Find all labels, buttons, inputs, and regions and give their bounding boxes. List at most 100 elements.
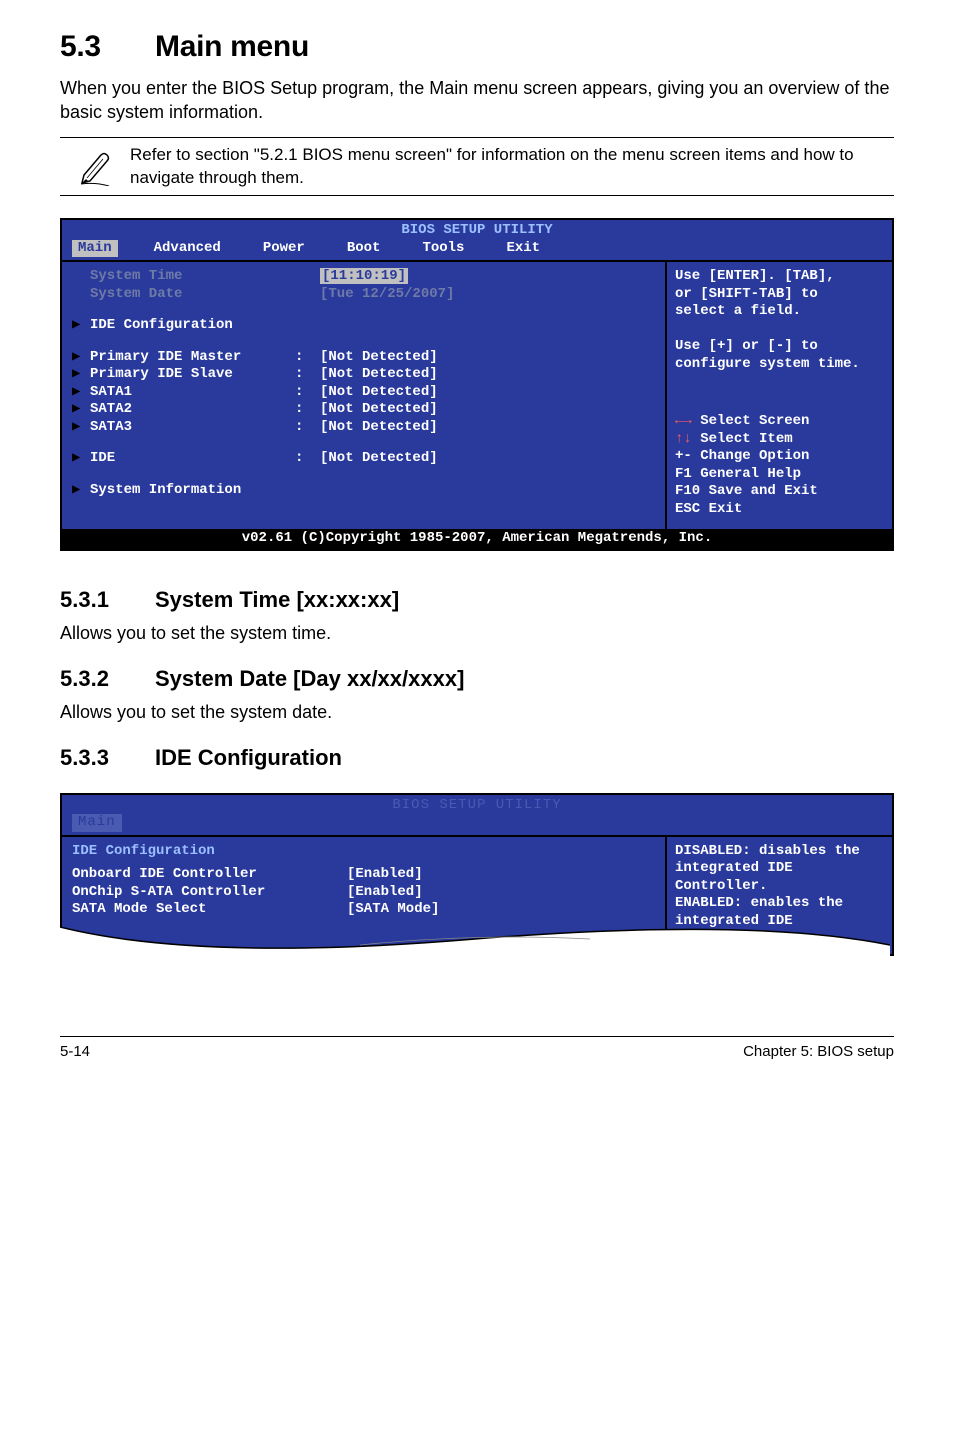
- bios-nav-text: General Help: [700, 466, 801, 482]
- bios-tab-power[interactable]: Power: [257, 240, 311, 258]
- subsection-text-2: Allows you to set the system date.: [60, 702, 894, 723]
- bios-nav-symbol: +-: [675, 448, 700, 464]
- bios-row-value: [Not Detected]: [320, 384, 655, 402]
- subsection-heading-1: 5.3.1System Time [xx:xx:xx]: [60, 587, 894, 613]
- note-box: Refer to section "5.2.1 BIOS menu screen…: [60, 137, 894, 197]
- bios2-row-2-value: [SATA Mode]: [347, 901, 655, 919]
- bios2-help-line: Controller.: [675, 878, 884, 896]
- bios-screenshot-ide: BIOS SETUP UTILITY Main IDE Configuratio…: [60, 793, 894, 956]
- bios-row[interactable]: ▶Primary IDE Master:[Not Detected]: [72, 349, 655, 367]
- bios-row-value: [Not Detected]: [320, 419, 655, 437]
- bios-row[interactable]: ▶System Information: [72, 482, 655, 500]
- bios-row[interactable]: ▶IDE:[Not Detected]: [72, 450, 655, 468]
- bios-nav-line: F1 General Help: [675, 466, 884, 484]
- triangle-right-icon: ▶: [72, 401, 90, 419]
- bios2-help-line: ENABLED: enables the: [675, 895, 884, 913]
- section-title: Main menu: [155, 30, 309, 63]
- bios2-row-0[interactable]: Onboard IDE Controller [Enabled]: [72, 866, 655, 884]
- bios-tab-tools[interactable]: Tools: [416, 240, 470, 258]
- bios-row-value: [Not Detected]: [320, 366, 655, 384]
- bios-nav-line: ↑↓ Select Item: [675, 431, 884, 449]
- bios-row-label: SATA2: [90, 401, 295, 419]
- bios-row-value: [Not Detected]: [320, 450, 655, 468]
- bios-row-value: [11:10:19]: [320, 268, 655, 286]
- bios-row-label: Primary IDE Master: [90, 349, 295, 367]
- section-heading: 5.3Main menu: [60, 30, 894, 64]
- page-footer-right: Chapter 5: BIOS setup: [743, 1043, 894, 1060]
- bios-nav-text: Change Option: [700, 448, 809, 464]
- bios-tab-boot[interactable]: Boot: [341, 240, 387, 258]
- bios-nav-line: +- Change Option: [675, 448, 884, 466]
- subsection-number-2: 5.3.2: [60, 666, 155, 692]
- bios-row-label: Primary IDE Slave: [90, 366, 295, 384]
- bios-nav-symbol: F10: [675, 483, 709, 499]
- bios2-tab-main[interactable]: Main: [72, 814, 122, 832]
- bios2-left-pane: IDE Configuration Onboard IDE Controller…: [62, 835, 667, 954]
- subsection-number-3: 5.3.3: [60, 745, 155, 771]
- bios-row-label: System Time: [90, 268, 295, 286]
- bios-nav-text: Select Screen: [700, 413, 809, 429]
- bios-row[interactable]: ▶SATA2:[Not Detected]: [72, 401, 655, 419]
- bios2-tabs: Main: [62, 814, 892, 835]
- bios-left-pane: System Time [11:10:19]System Date[Tue 12/…: [62, 260, 667, 529]
- bios-nav-line: F10 Save and Exit: [675, 483, 884, 501]
- page-footer-left: 5-14: [60, 1043, 90, 1060]
- bios-row[interactable]: ▶SATA1:[Not Detected]: [72, 384, 655, 402]
- bios-screenshot-ide-wrap: BIOS SETUP UTILITY Main IDE Configuratio…: [60, 793, 894, 956]
- bios2-right-pane: DISABLED: disables theintegrated IDECont…: [667, 835, 892, 954]
- intro-paragraph: When you enter the BIOS Setup program, t…: [60, 76, 894, 125]
- bios-title: BIOS SETUP UTILITY: [62, 220, 892, 240]
- bios-row[interactable]: System Time [11:10:19]: [72, 268, 655, 286]
- bios2-help-line: integrated IDE: [675, 860, 884, 878]
- note-text: Refer to section "5.2.1 BIOS menu screen…: [130, 144, 894, 190]
- pencil-icon-wrap: [60, 144, 130, 186]
- bios-tab-exit[interactable]: Exit: [500, 240, 546, 258]
- bios-nav-text: Exit: [709, 501, 743, 517]
- bios-row-colon: :: [295, 349, 320, 367]
- triangle-right-icon: ▶: [72, 366, 90, 384]
- bios2-row-1[interactable]: OnChip S-ATA Controller [Enabled]: [72, 884, 655, 902]
- bios-tab-advanced[interactable]: Advanced: [148, 240, 227, 258]
- bios-row-colon: :: [295, 450, 320, 468]
- bios-row-colon: :: [295, 366, 320, 384]
- bios-row-colon: :: [295, 419, 320, 437]
- bios-tabs: Main Advanced Power Boot Tools Exit: [62, 240, 892, 261]
- bios-nav-symbol: F1: [675, 466, 700, 482]
- bios2-title: BIOS SETUP UTILITY: [62, 795, 892, 815]
- bios2-row-0-value: [Enabled]: [347, 866, 655, 884]
- subsection-title-2: System Date [Day xx/xx/xxxx]: [155, 666, 464, 691]
- subsection-heading-3: 5.3.3IDE Configuration: [60, 745, 894, 771]
- bios-row[interactable]: ▶SATA3:[Not Detected]: [72, 419, 655, 437]
- bios-row-value: [Not Detected]: [320, 401, 655, 419]
- page-footer: 5-14 Chapter 5: BIOS setup: [60, 1036, 894, 1060]
- bios2-help-line: integrated IDE: [675, 913, 884, 931]
- bios-row-label: SATA3: [90, 419, 295, 437]
- bios-help-line: or [SHIFT-TAB] to: [675, 286, 884, 304]
- bios-row-colon: :: [295, 401, 320, 419]
- bios-nav-help: ←→ Select Screen↑↓ Select Item+- Change …: [675, 413, 884, 518]
- bios-nav-text: Save and Exit: [709, 483, 818, 499]
- bios-row-label: System Information: [90, 482, 295, 500]
- bios-nav-line: ESC Exit: [675, 501, 884, 519]
- bios-help-line: [675, 321, 884, 339]
- bios-row-label: SATA1: [90, 384, 295, 402]
- subsection-text-1: Allows you to set the system time.: [60, 623, 894, 644]
- section-number: 5.3: [60, 30, 155, 64]
- bios-nav-symbol: ↑↓: [675, 431, 700, 447]
- bios-screenshot-main: BIOS SETUP UTILITY Main Advanced Power B…: [60, 218, 894, 551]
- bios-row-colon: :: [295, 384, 320, 402]
- triangle-right-icon: ▶: [72, 482, 90, 500]
- bios-row[interactable]: ▶Primary IDE Slave:[Not Detected]: [72, 366, 655, 384]
- bios-right-pane: Use [ENTER]. [TAB],or [SHIFT-TAB] tosele…: [667, 260, 892, 529]
- bios2-row-2-label: SATA Mode Select: [72, 901, 347, 919]
- bios-nav-text: Select Item: [700, 431, 792, 447]
- bios-nav-symbol: ESC: [675, 501, 709, 517]
- bios-row[interactable]: ▶IDE Configuration: [72, 317, 655, 335]
- bios-row-label: IDE: [90, 450, 295, 468]
- bios2-help-line: DISABLED: disables the: [675, 843, 884, 861]
- bios-row-label: IDE Configuration: [90, 317, 295, 335]
- bios-row[interactable]: System Date[Tue 12/25/2007]: [72, 286, 655, 304]
- pencil-icon: [79, 148, 111, 186]
- bios-tab-main[interactable]: Main: [72, 240, 118, 258]
- bios2-row-2[interactable]: SATA Mode Select [SATA Mode]: [72, 901, 655, 919]
